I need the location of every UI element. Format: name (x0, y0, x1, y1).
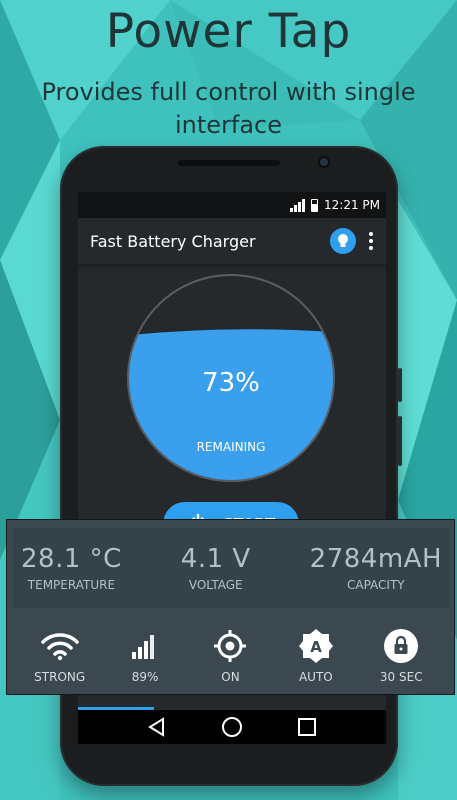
phone-camera (318, 156, 330, 168)
screen-lock-icon (381, 628, 421, 664)
home-icon[interactable] (221, 716, 243, 738)
recents-icon[interactable] (297, 717, 317, 737)
promo-subtitle: Provides full control with single interf… (41, 78, 416, 139)
status-bar: 12:21 PM (78, 192, 386, 218)
phone-speaker (178, 160, 280, 166)
stats-row: 28.1 °C TEMPERATURE 4.1 V VOLTAGE 2784mA… (13, 528, 450, 608)
timeout-label: 30 SEC (379, 670, 423, 684)
wifi-toggle[interactable]: STRONG (25, 628, 95, 684)
battery-gauge: 73% REMAINING (127, 274, 335, 482)
info-panel: 28.1 °C TEMPERATURE 4.1 V VOLTAGE 2784mA… (6, 519, 455, 695)
temperature-value: 28.1 °C (21, 544, 122, 574)
cell-signal-icon (290, 198, 305, 212)
status-time: 12:21 PM (324, 198, 380, 212)
capacity-label: CAPACITY (347, 578, 405, 592)
toggle-row: STRONG 89% ON A AUTO 30 SEC (7, 620, 454, 692)
back-icon[interactable] (147, 717, 167, 737)
signal-icon (125, 628, 165, 664)
brightness-toggle[interactable]: A AUTO (281, 628, 351, 684)
remaining-label: REMAINING (196, 440, 266, 454)
nav-bar (78, 710, 386, 744)
capacity-stat: 2784mAH CAPACITY (310, 544, 442, 592)
voltage-stat: 4.1 V VOLTAGE (181, 544, 251, 592)
app-title: Fast Battery Charger (90, 231, 256, 251)
signal-toggle[interactable]: 89% (110, 628, 180, 684)
voltage-label: VOLTAGE (188, 578, 243, 592)
temperature-label: TEMPERATURE (27, 578, 116, 592)
voltage-value: 4.1 V (180, 544, 251, 574)
overflow-menu-icon[interactable] (368, 232, 374, 250)
wifi-icon (40, 628, 80, 664)
app-bar: Fast Battery Charger (78, 218, 386, 264)
temperature-stat: 28.1 °C TEMPERATURE (21, 544, 122, 592)
battery-percent: 73% (202, 368, 260, 398)
gps-toggle[interactable]: ON (195, 628, 265, 684)
capacity-value: 2784mAH (309, 544, 442, 574)
gps-icon (210, 628, 250, 664)
gps-label: ON (221, 670, 240, 684)
auto-brightness-icon: A (296, 628, 336, 664)
battery-status-icon (311, 198, 318, 212)
wifi-label: STRONG (34, 670, 86, 684)
volume-button (398, 368, 402, 402)
brightness-label: AUTO (298, 670, 333, 684)
power-side-button (398, 416, 402, 466)
screen-timeout-toggle[interactable]: 30 SEC (366, 628, 436, 684)
svg-text:A: A (310, 638, 322, 656)
signal-label: 89% (131, 670, 159, 684)
lightbulb-icon[interactable] (330, 228, 356, 254)
promo-title: Power Tap (105, 4, 352, 59)
